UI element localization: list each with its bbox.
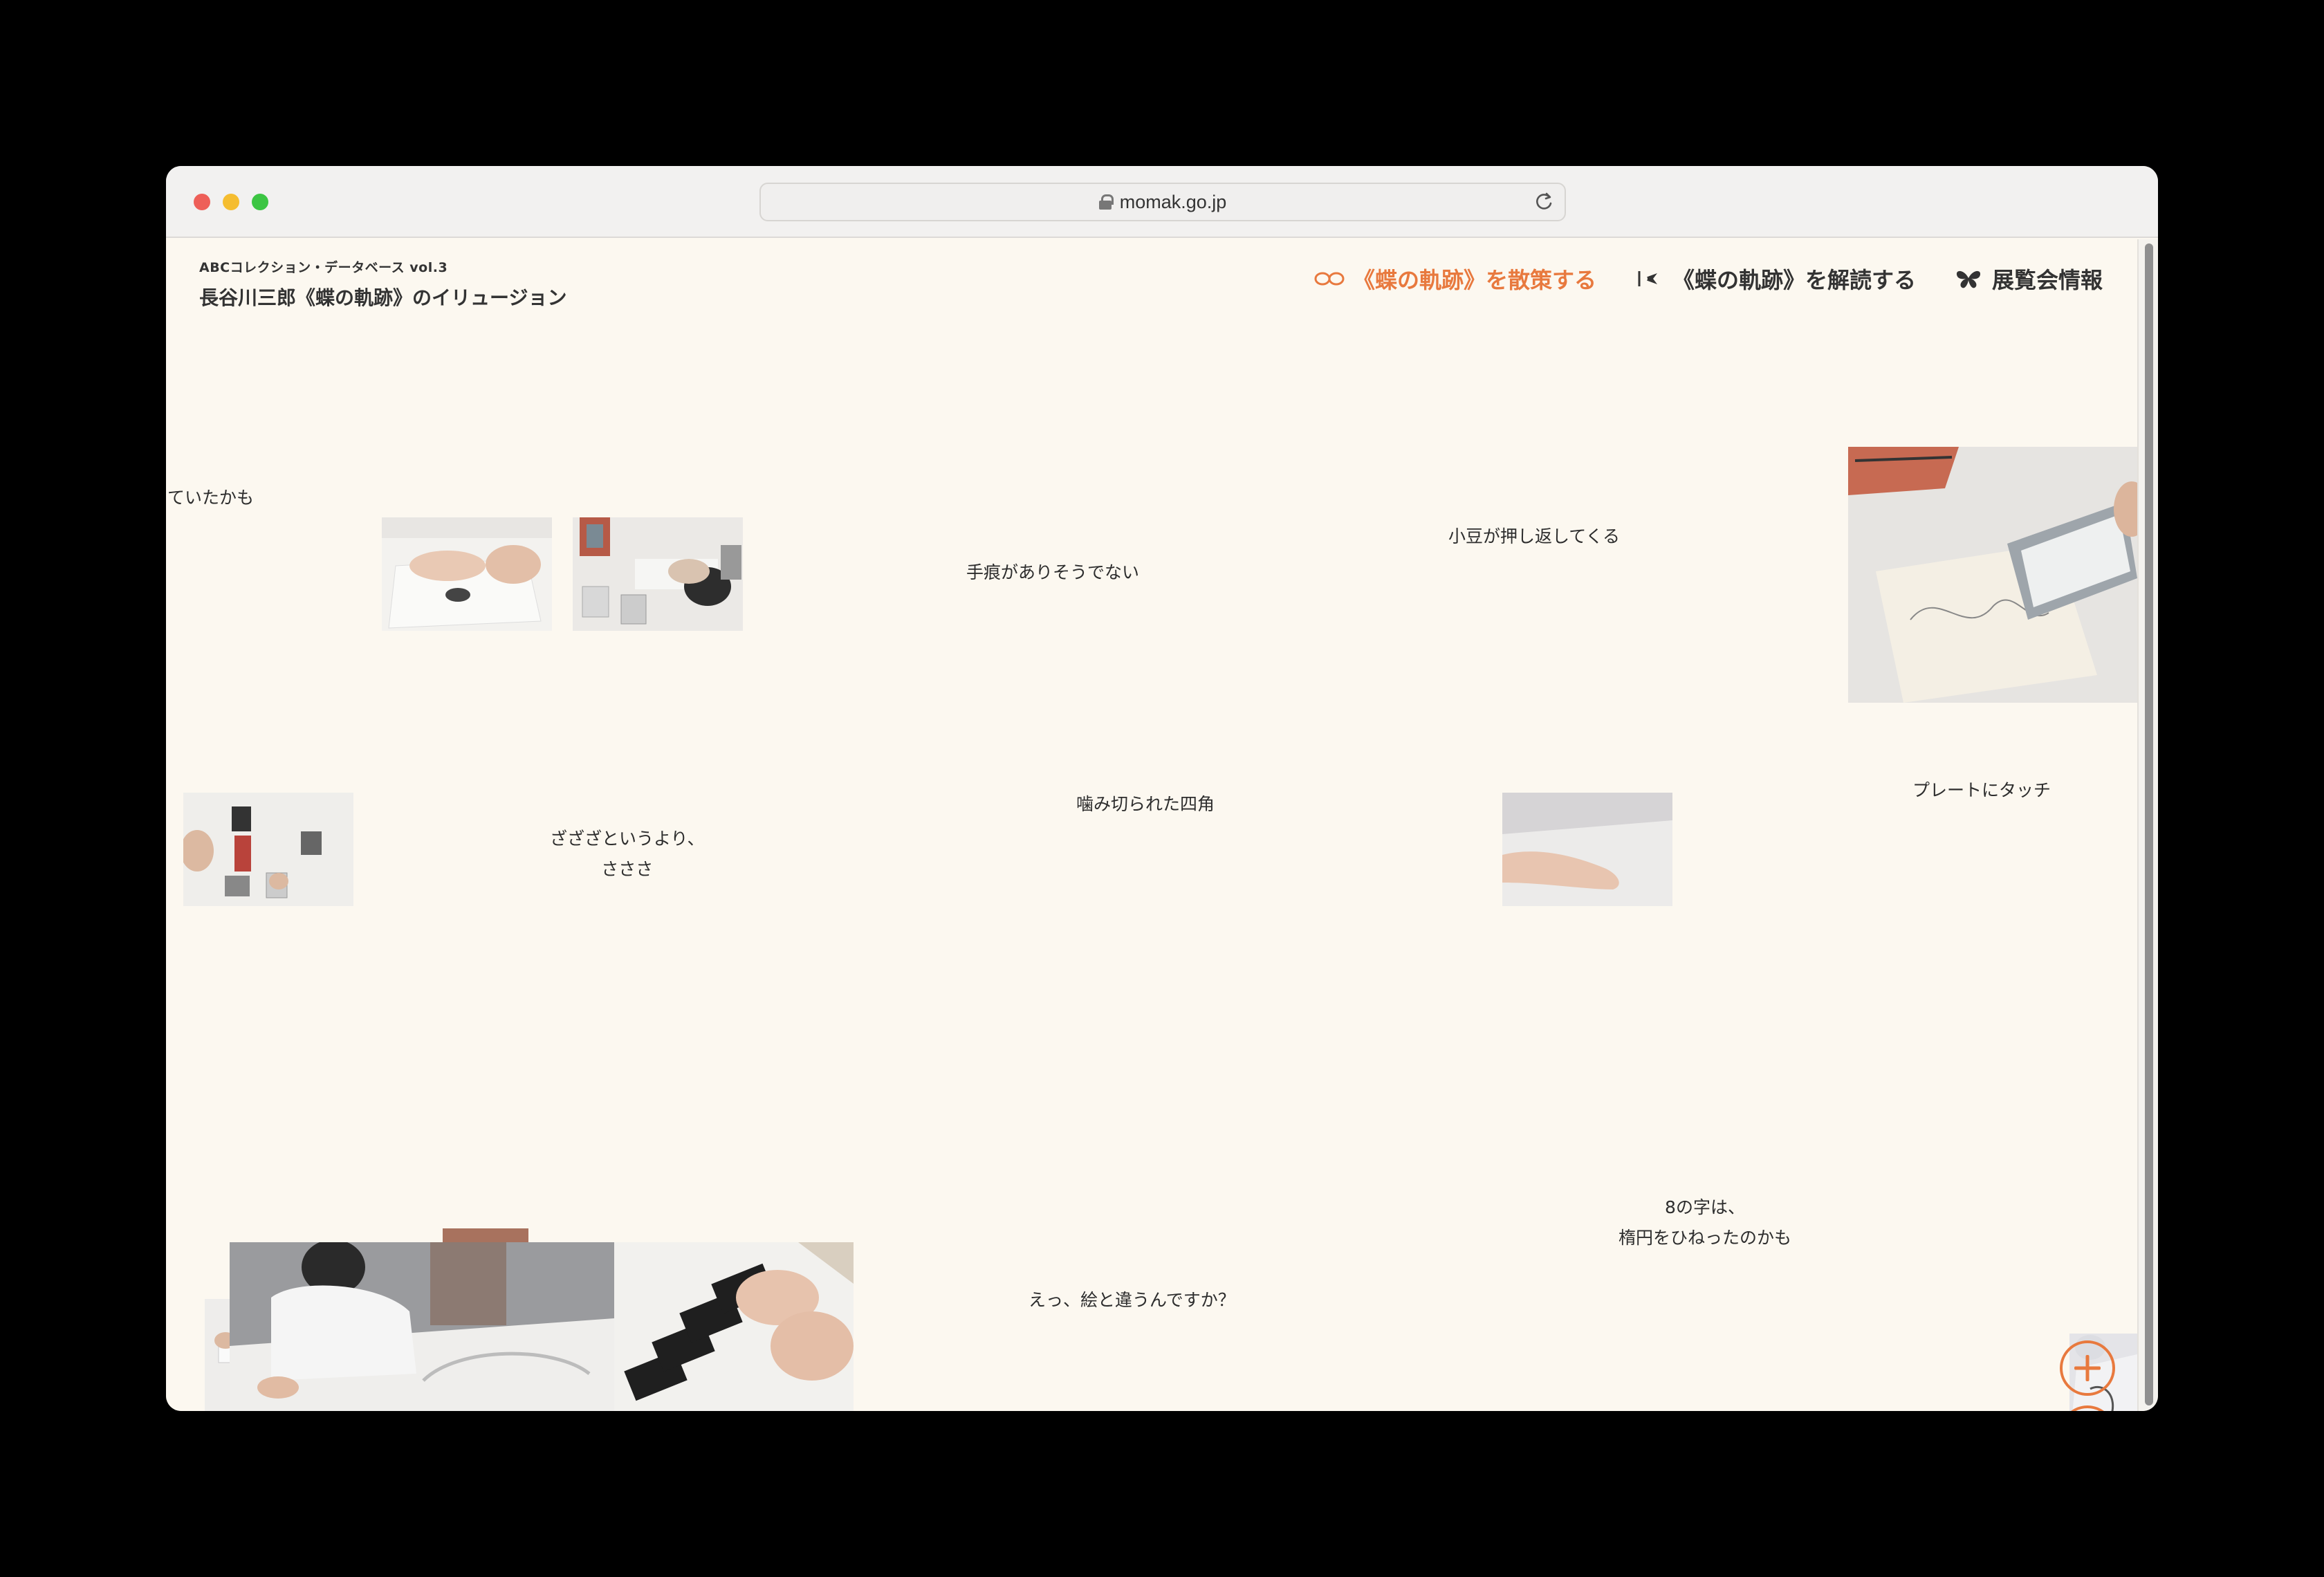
eye-scan-icon xyxy=(1638,271,1657,286)
photo-hands-on-white-board-image xyxy=(1502,820,1672,906)
address-bar[interactable]: momak.go.jp xyxy=(759,183,1566,221)
word-teitakamo[interactable]: ていたかも xyxy=(167,483,254,513)
site-subtitle: ABCコレクション・データベース vol.3 xyxy=(199,260,448,275)
photo-people-at-table-image xyxy=(230,1242,614,1411)
word-tekon[interactable]: 手痕がありそうでない xyxy=(966,557,1139,588)
word-zazaza-line2: さささ xyxy=(601,858,654,879)
photo-hands-on-paper[interactable] xyxy=(382,517,552,631)
nav-stroll-label: 《蝶の軌跡》を散策する xyxy=(1352,267,1596,293)
infinity-loop-icon xyxy=(1314,272,1345,286)
photo-braille-plates-image xyxy=(598,1242,854,1411)
word-azuki[interactable]: 小豆が押し返してくる xyxy=(1448,522,1620,552)
zoom-in-button[interactable] xyxy=(2060,1340,2115,1396)
maximize-window-button[interactable] xyxy=(252,194,268,210)
vertical-scrollbar[interactable] xyxy=(2137,239,2158,1411)
nav-decode[interactable]: 《蝶の軌跡》を解読する xyxy=(1632,263,1916,295)
nav-decode-label: 《蝶の軌跡》を解読する xyxy=(1672,267,1916,293)
word-hachinoji-line2: 楕円をひねったのかも xyxy=(1618,1227,1792,1248)
close-window-button[interactable] xyxy=(194,194,210,210)
page-canvas[interactable]: ABCコレクション・データベース vol.3 長谷川三郎《蝶の軌跡》のイリュージ… xyxy=(166,239,2137,1411)
main-nav: 《蝶の軌跡》を散策する 《蝶の軌跡》を解読する 展覧会情報 xyxy=(1313,263,2103,295)
photo-cards-on-wall[interactable] xyxy=(183,793,353,906)
photo-hands-on-white-board[interactable] xyxy=(1502,793,1672,906)
site-header: ABCコレクション・データベース vol.3 長谷川三郎《蝶の軌跡》のイリュージ… xyxy=(199,257,566,311)
browser-window: momak.go.jp ABCコレクション・データベース vol.3 長谷川三郎… xyxy=(166,166,2158,1411)
minimize-window-button[interactable] xyxy=(223,194,239,210)
butterfly-icon xyxy=(1956,270,1981,288)
word-zazaza[interactable]: ざざざというより、 さささ xyxy=(550,824,705,885)
site-title[interactable]: 長谷川三郎《蝶の軌跡》のイリュージョン xyxy=(199,283,566,311)
photo-cards-on-wall-image xyxy=(183,806,322,898)
reload-icon[interactable] xyxy=(1533,191,1555,213)
photo-hands-on-paper-image xyxy=(382,538,552,631)
nav-exhibition-info[interactable]: 展覧会情報 xyxy=(1952,263,2103,295)
photo-people-at-table[interactable] xyxy=(230,1242,614,1411)
photo-person-reading[interactable] xyxy=(573,517,743,631)
nav-exhibition-info-label: 展覧会情報 xyxy=(1991,267,2103,293)
word-ette[interactable]: えっ、絵と違うんですか？ xyxy=(1029,1285,1235,1316)
url-text: momak.go.jp xyxy=(1119,191,1227,212)
word-hachinoji[interactable]: 8の字は、 楕円をひねったのかも xyxy=(1618,1192,1791,1253)
scrollbar-thumb[interactable] xyxy=(2145,243,2153,1405)
word-kamikirareta[interactable]: 噛み切られた四角 xyxy=(1076,789,1215,820)
photo-person-reading-image xyxy=(580,517,741,625)
word-hachinoji-line1: 8の字は、 xyxy=(1665,1197,1745,1217)
photo-drawing-clipboard[interactable] xyxy=(1848,447,2137,703)
photo-braille-plates[interactable] xyxy=(598,1242,854,1411)
nav-stroll[interactable]: 《蝶の軌跡》を散策する xyxy=(1313,263,1596,295)
photo-strip-fragment[interactable] xyxy=(443,1228,528,1244)
photo-drawing-clipboard-image xyxy=(1848,447,2137,703)
word-plate-touch[interactable]: プレートにタッチ xyxy=(1912,775,2051,806)
lock-icon xyxy=(1098,194,1114,210)
browser-titlebar: momak.go.jp xyxy=(166,166,2158,238)
word-zazaza-line1: ざざざというより、 xyxy=(550,829,705,849)
